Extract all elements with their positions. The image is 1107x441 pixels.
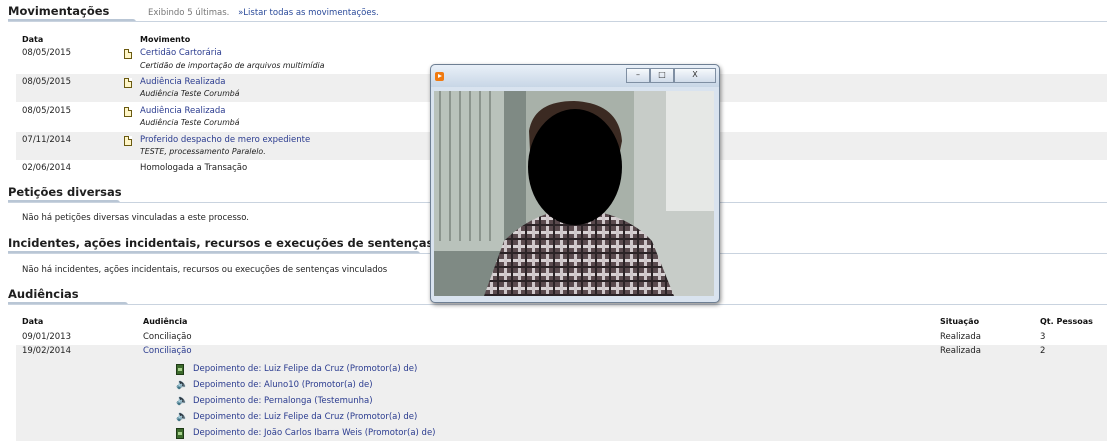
window-titlebar[interactable]: – □ X — [431, 65, 719, 87]
depoimento-item[interactable]: Depoimento de: João Carlos Ibarra Weis (… — [176, 427, 676, 441]
movimentacoes-summary: Exibindo 5 últimas. »Listar todas as mov… — [148, 8, 379, 18]
audiencia-link[interactable]: Conciliação — [143, 346, 192, 356]
row-date: 19/02/2014 — [22, 346, 71, 356]
audiencia-text: Conciliação — [143, 332, 192, 342]
speaker-icon: 🔈 — [176, 395, 189, 406]
qt-pessoas-text: 2 — [1040, 346, 1046, 356]
row-date: 07/11/2014 — [22, 135, 71, 145]
film-icon — [176, 428, 184, 439]
col-header-date: Data — [22, 317, 44, 326]
document-icon[interactable] — [124, 107, 132, 117]
col-header-audiencia: Audiência — [143, 317, 188, 326]
film-icon — [176, 364, 184, 375]
section-title: Movimentações — [8, 4, 110, 18]
depoimento-link[interactable]: Depoimento de: Aluno10 (Promotor(a) de) — [193, 380, 373, 390]
peticoes-empty-note: Não há petições diversas vinculadas a es… — [22, 213, 249, 223]
depoimento-link[interactable]: Depoimento de: Luiz Felipe da Cruz (Prom… — [193, 364, 417, 374]
depoimento-link[interactable]: Depoimento de: Luiz Felipe da Cruz (Prom… — [193, 412, 417, 422]
row-date: 09/01/2013 — [22, 332, 71, 342]
movimento-link[interactable]: Audiência Realizada — [140, 106, 225, 116]
speaker-icon: 🔈 — [176, 411, 189, 422]
depoimento-item[interactable]: Depoimento de: Luiz Felipe da Cruz (Prom… — [176, 363, 676, 377]
situacao-text: Realizada — [940, 332, 981, 342]
col-header-situacao: Situação — [940, 317, 980, 326]
row-date: 08/05/2015 — [22, 48, 71, 58]
speaker-icon: 🔈 — [176, 379, 189, 390]
divider — [8, 21, 1107, 22]
depoimento-link[interactable]: Depoimento de: João Carlos Ibarra Weis (… — [193, 428, 436, 438]
document-icon[interactable] — [124, 78, 132, 88]
situacao-text: Realizada — [940, 346, 981, 356]
list-all-link[interactable]: »Listar todas as movimentações. — [238, 8, 379, 18]
depoimento-item[interactable]: 🔈 Depoimento de: Aluno10 (Promotor(a) de… — [176, 379, 676, 393]
player-app-icon — [435, 72, 444, 81]
movimento-detail: Certidão de importação de arquivos multi… — [140, 61, 325, 70]
col-header-date: Data — [22, 35, 44, 44]
video-player-window[interactable]: – □ X — [430, 64, 720, 303]
movimento-link[interactable]: Proferido despacho de mero expediente — [140, 135, 310, 145]
movimento-detail: Audiência Teste Corumbá — [140, 89, 240, 98]
close-button[interactable]: X — [674, 68, 716, 83]
movimento-link[interactable]: Certidão Cartorária — [140, 48, 222, 58]
section-title: Petições diversas — [8, 185, 122, 199]
depoimento-item[interactable]: 🔈 Depoimento de: Luiz Felipe da Cruz (Pr… — [176, 411, 676, 425]
row-date: 08/05/2015 — [22, 77, 71, 87]
video-image — [434, 91, 714, 296]
col-header-qt-pessoas: Qt. Pessoas — [1040, 317, 1093, 326]
summary-text: Exibindo 5 últimas. — [148, 8, 230, 18]
document-icon[interactable] — [124, 49, 132, 59]
col-header-movimento: Movimento — [140, 35, 191, 44]
minimize-button[interactable]: – — [626, 68, 650, 83]
movimento-detail: TESTE, processamento Paralelo. — [140, 147, 266, 156]
table-row: 09/01/2013 Conciliação Realizada 3 — [16, 330, 1107, 344]
video-frame[interactable] — [434, 91, 714, 296]
qt-pessoas-text: 3 — [1040, 332, 1046, 342]
maximize-button[interactable]: □ — [650, 68, 674, 83]
divider — [8, 304, 1107, 305]
depoimento-link[interactable]: Depoimento de: Pernalonga (Testemunha) — [193, 396, 373, 406]
row-date: 08/05/2015 — [22, 106, 71, 116]
movimento-link[interactable]: Audiência Realizada — [140, 77, 225, 87]
movimento-text: Homologada a Transação — [140, 163, 248, 173]
incidentes-empty-note: Não há incidentes, ações incidentais, re… — [22, 265, 388, 275]
document-icon[interactable] — [124, 136, 132, 146]
section-title: Incidentes, ações incidentais, recursos … — [8, 236, 434, 250]
row-date: 02/06/2014 — [22, 163, 71, 173]
movimento-detail: Audiência Teste Corumbá — [140, 118, 240, 127]
depoimento-item[interactable]: 🔈 Depoimento de: Pernalonga (Testemunha) — [176, 395, 676, 409]
section-title: Audiências — [8, 287, 79, 301]
